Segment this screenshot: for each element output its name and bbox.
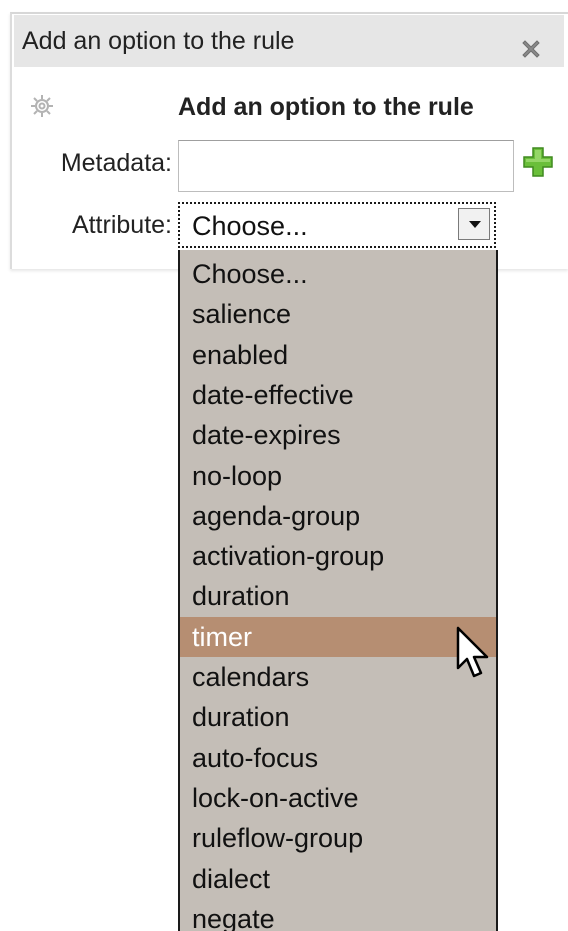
close-icon[interactable] [519, 37, 543, 61]
dropdown-option[interactable]: Choose... [180, 254, 496, 294]
select-value: Choose... [192, 211, 308, 241]
dropdown-option[interactable]: duration [180, 697, 496, 737]
plus-icon[interactable] [521, 145, 555, 179]
dropdown-option[interactable]: negate [180, 899, 496, 931]
attribute-dropdown-list[interactable]: Choose... salience enabled date-effective da… [178, 250, 498, 931]
header-label: Add an option to the rule [178, 93, 474, 121]
gear-icon [31, 95, 53, 117]
attribute-select[interactable]: Choose... [178, 202, 496, 248]
dropdown-option[interactable]: salience [180, 294, 496, 334]
dropdown-option[interactable]: ruleflow-group [180, 818, 496, 858]
dropdown-option[interactable]: auto-focus [180, 738, 496, 778]
attribute-label: Attribute: [71, 211, 172, 239]
dropdown-option[interactable]: activation-group [180, 536, 496, 576]
dropdown-option[interactable]: enabled [180, 335, 496, 375]
metadata-label: Metadata: [60, 149, 172, 177]
dropdown-option[interactable]: date-expires [180, 415, 496, 455]
dropdown-option[interactable]: timer [180, 616, 496, 657]
dropdown-option[interactable]: agenda-group [180, 496, 496, 536]
dropdown-option[interactable]: lock-on-active [180, 778, 496, 818]
metadata-input[interactable] [178, 140, 514, 192]
dialog-title: Add an option to the rule [22, 27, 295, 55]
chevron-down-icon[interactable] [458, 208, 490, 240]
dropdown-option[interactable]: calendars [180, 657, 496, 697]
dropdown-option[interactable]: no-loop [180, 456, 496, 496]
dropdown-option[interactable]: dialect [180, 859, 496, 899]
dropdown-option[interactable]: date-effective [180, 375, 496, 415]
screen: Add an option to the rule Add an option … [0, 0, 568, 931]
dropdown-option[interactable]: duration [180, 576, 496, 616]
